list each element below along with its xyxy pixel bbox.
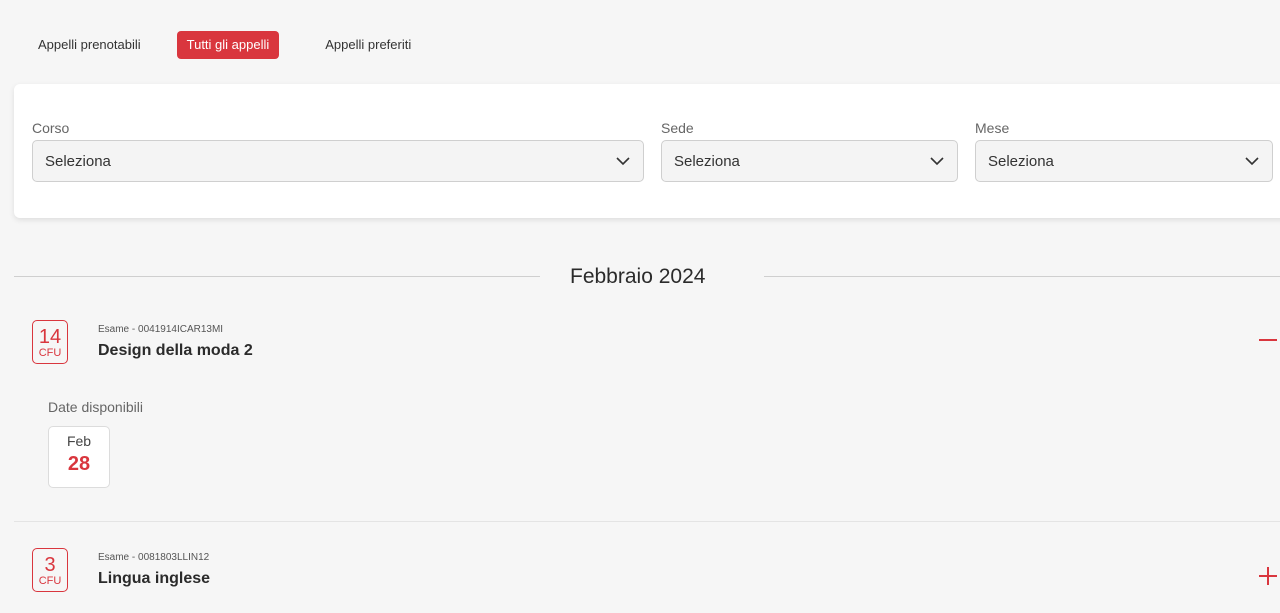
date-day: 28 (67, 453, 91, 475)
mese-select-value: Seleziona (988, 152, 1054, 170)
exam-code: Esame - 0041914ICAR13MI (98, 324, 224, 335)
date-card[interactable]: Feb 28 (48, 426, 110, 488)
exam-item: 3 CFU Esame - 0081803LLIN12 Lingua ingle… (14, 546, 1280, 606)
corso-select[interactable]: Seleziona (32, 140, 644, 182)
minus-icon[interactable] (1258, 326, 1278, 357)
exam-name: Design della moda 2 (98, 342, 253, 359)
corso-select-value: Seleziona (45, 152, 111, 170)
month-divider: Febbraio 2024 (14, 265, 1280, 288)
chevron-down-icon (930, 157, 944, 166)
chevron-down-icon (1245, 157, 1259, 166)
plus-icon[interactable] (1258, 562, 1278, 593)
tab-appelli-prenotabili[interactable]: Appelli prenotabili (26, 31, 153, 59)
corso-label: Corso (32, 120, 70, 136)
filters-panel: Corso Seleziona Sede Seleziona Mese Sele… (14, 84, 1280, 218)
cfu-label: CFU (38, 347, 62, 359)
sede-field: Sede Seleziona (661, 120, 958, 182)
month-title: Febbraio 2024 (570, 265, 706, 288)
exam-separator (14, 521, 1280, 522)
cfu-badge: 3 CFU (32, 548, 68, 592)
exam-code: Esame - 0081803LLIN12 (98, 552, 210, 563)
chevron-down-icon (616, 157, 630, 166)
divider-line-left (14, 276, 540, 277)
mese-select[interactable]: Seleziona (975, 140, 1273, 182)
sede-select-value: Seleziona (674, 152, 740, 170)
cfu-value: 14 (38, 326, 62, 348)
exam-name: Lingua inglese (98, 570, 211, 587)
date-month: Feb (66, 433, 92, 449)
divider-line-right (764, 276, 1280, 277)
sede-label: Sede (661, 120, 694, 136)
cfu-badge: 14 CFU (32, 320, 68, 364)
mese-label: Mese (975, 120, 1010, 136)
tab-bar: Appelli prenotabili Tutti gli appelli Ap… (14, 30, 421, 60)
tab-appelli-preferiti[interactable]: Appelli preferiti (315, 31, 421, 59)
corso-field: Corso Seleziona (32, 120, 644, 182)
exam-item: 14 CFU Esame - 0041914ICAR13MI Design de… (14, 318, 1280, 508)
sede-select[interactable]: Seleziona (661, 140, 958, 182)
tab-tutti-gli-appelli[interactable]: Tutti gli appelli (176, 31, 280, 59)
cfu-label: CFU (38, 575, 62, 587)
cfu-value: 3 (44, 554, 56, 576)
mese-field: Mese Seleziona (975, 120, 1273, 182)
dates-label: Date disponibili (48, 399, 143, 415)
